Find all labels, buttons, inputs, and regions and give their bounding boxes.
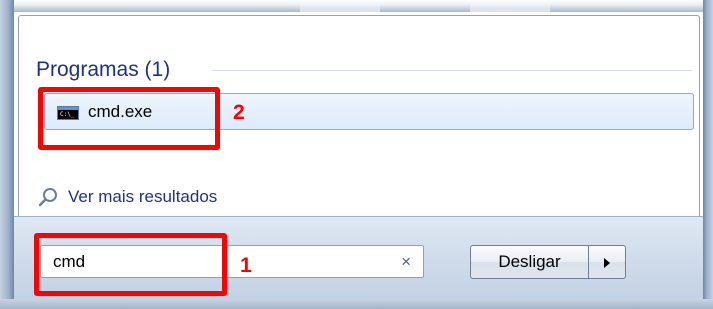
window-bottom-border <box>0 299 713 309</box>
clear-search-icon[interactable]: × <box>401 252 411 272</box>
window-top-border <box>0 0 713 12</box>
annotation-label-2: 2 <box>233 101 245 124</box>
programs-section-title: Programas (1) <box>36 58 171 81</box>
annotation-box-search <box>34 233 227 296</box>
more-results-label: Ver mais resultados <box>68 187 218 206</box>
shutdown-button[interactable]: Desligar <box>470 245 589 279</box>
window-left-border <box>0 0 14 309</box>
glass-highlight <box>300 0 380 12</box>
search-magnifier-icon <box>38 188 57 207</box>
shutdown-options-button[interactable] <box>588 245 626 279</box>
shutdown-control: Desligar <box>470 245 626 279</box>
section-divider <box>212 70 692 71</box>
annotation-box-cmd-result <box>38 87 220 150</box>
window-right-border <box>703 0 713 309</box>
annotation-label-1: 1 <box>240 254 252 277</box>
triangle-right-icon <box>604 258 610 268</box>
glass-highlight <box>470 0 550 12</box>
